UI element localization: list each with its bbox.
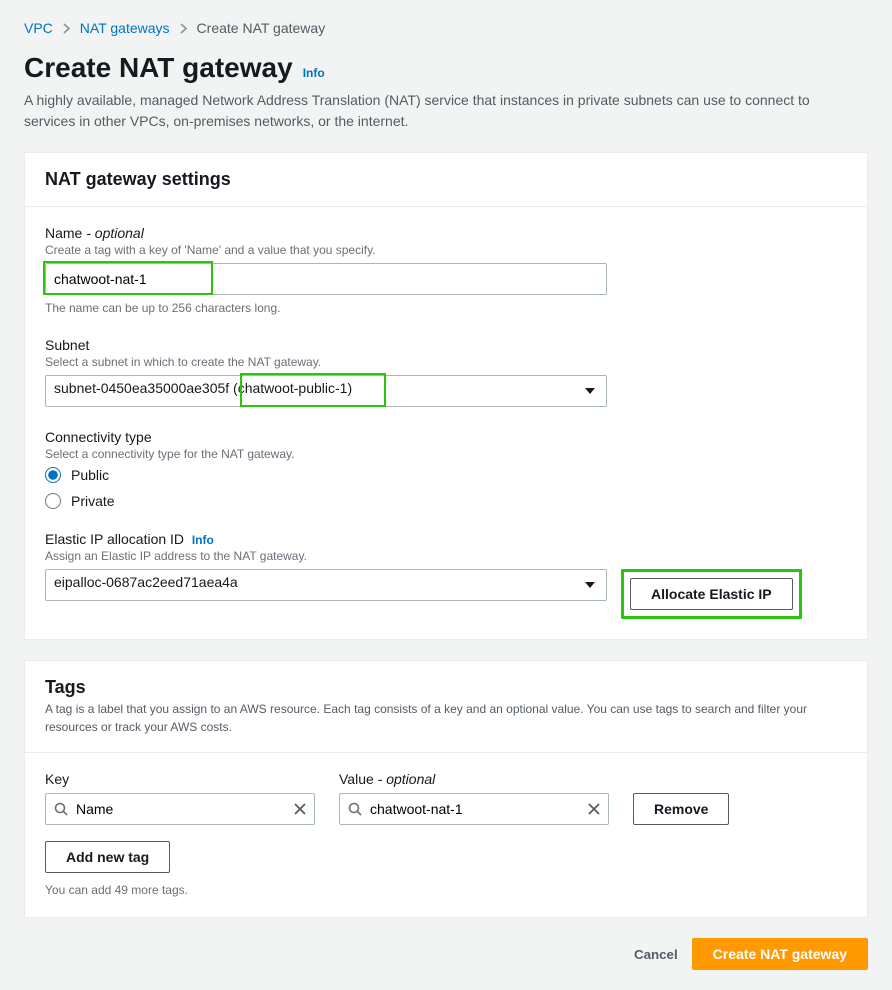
connectivity-private-option[interactable]: Private <box>45 493 847 509</box>
tags-remaining: You can add 49 more tags. <box>45 883 847 897</box>
subnet-hint: Select a subnet in which to create the N… <box>45 355 847 369</box>
eip-label: Elastic IP allocation ID <box>45 531 184 547</box>
eip-info-link[interactable]: Info <box>192 533 214 547</box>
cancel-button[interactable]: Cancel <box>634 947 678 962</box>
footer-actions: Cancel Create NAT gateway <box>24 938 868 970</box>
eip-select[interactable]: eipalloc-0687ac2eed71aea4a <box>45 569 607 601</box>
name-hint: Create a tag with a key of 'Name' and a … <box>45 243 847 257</box>
subnet-label: Subnet <box>45 337 847 353</box>
name-input[interactable] <box>45 263 607 295</box>
add-new-tag-button[interactable]: Add new tag <box>45 841 170 873</box>
connectivity-label: Connectivity type <box>45 429 847 445</box>
breadcrumb-vpc[interactable]: VPC <box>24 20 53 36</box>
eip-field: Elastic IP allocation ID Info Assign an … <box>45 531 847 619</box>
public-radio[interactable] <box>45 467 61 483</box>
tag-key-label: Key <box>45 771 315 787</box>
subnet-field: Subnet Select a subnet in which to creat… <box>45 337 847 407</box>
tag-row: Key Value - optional <box>45 771 847 825</box>
connectivity-field: Connectivity type Select a connectivity … <box>45 429 847 509</box>
search-icon <box>348 802 362 816</box>
nat-gateway-settings-panel: NAT gateway settings Name - optional Cre… <box>24 152 868 640</box>
subnet-select[interactable]: subnet-0450ea35000ae305f (chatwoot-publi… <box>45 375 607 407</box>
tags-panel: Tags A tag is a label that you assign to… <box>24 660 868 918</box>
chevron-right-icon <box>180 23 187 34</box>
connectivity-public-option[interactable]: Public <box>45 467 847 483</box>
page-description: A highly available, managed Network Addr… <box>24 90 854 132</box>
tags-description: A tag is a label that you assign to an A… <box>45 700 847 736</box>
page-title: Create NAT gateway <box>24 52 293 84</box>
breadcrumb-nat-gateways[interactable]: NAT gateways <box>80 20 170 36</box>
private-radio[interactable] <box>45 493 61 509</box>
name-field: Name - optional Create a tag with a key … <box>45 225 847 315</box>
create-nat-gateway-button[interactable]: Create NAT gateway <box>692 938 868 970</box>
name-constraint: The name can be up to 256 characters lon… <box>45 301 847 315</box>
remove-tag-button[interactable]: Remove <box>633 793 729 825</box>
breadcrumb: VPC NAT gateways Create NAT gateway <box>24 20 868 36</box>
name-optional: - optional <box>86 225 144 241</box>
tag-value-label: Value <box>339 771 378 787</box>
public-label: Public <box>71 467 109 483</box>
name-label: Name <box>45 225 86 241</box>
tag-value-input[interactable] <box>339 793 609 825</box>
breadcrumb-current: Create NAT gateway <box>197 20 326 36</box>
private-label: Private <box>71 493 115 509</box>
clear-icon[interactable] <box>294 803 306 815</box>
tags-title: Tags <box>45 677 847 698</box>
info-link[interactable]: Info <box>303 66 325 80</box>
settings-title: NAT gateway settings <box>45 169 847 190</box>
eip-hint: Assign an Elastic IP address to the NAT … <box>45 549 847 563</box>
chevron-right-icon <box>63 23 70 34</box>
tag-key-input[interactable] <box>45 793 315 825</box>
tag-value-optional: - optional <box>378 771 436 787</box>
allocate-elastic-ip-button[interactable]: Allocate Elastic IP <box>630 578 793 610</box>
clear-icon[interactable] <box>588 803 600 815</box>
connectivity-hint: Select a connectivity type for the NAT g… <box>45 447 847 461</box>
search-icon <box>54 802 68 816</box>
